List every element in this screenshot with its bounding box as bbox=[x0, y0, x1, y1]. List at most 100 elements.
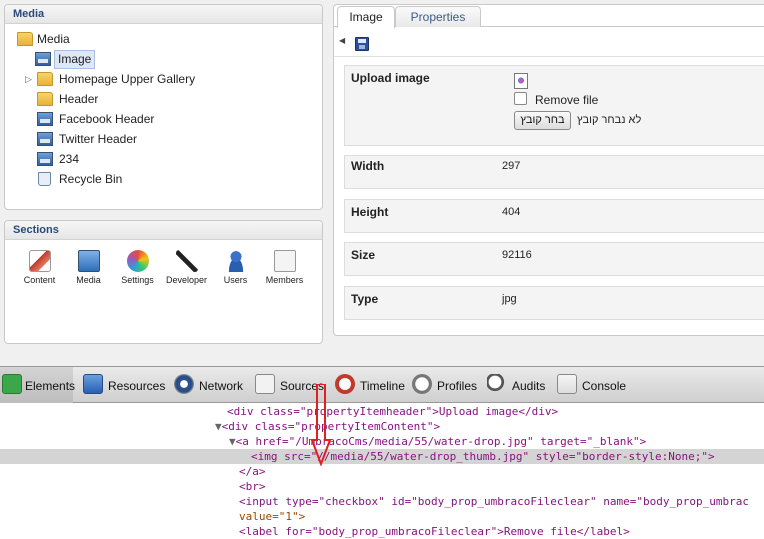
devtools-tab-label: Resources bbox=[108, 379, 166, 393]
dom-tree: <div class="propertyItemheader">Upload i… bbox=[0, 403, 764, 539]
toolbar-scroll-left-icon[interactable]: ◀ bbox=[339, 36, 345, 45]
devtools-tab-audits[interactable]: Audits bbox=[487, 367, 545, 403]
members-icon bbox=[273, 250, 296, 272]
property-upload-image: Upload image Remove file בחר קובץ לא נבח… bbox=[344, 65, 764, 146]
section-members[interactable]: Members bbox=[260, 248, 309, 285]
tree-item-recycle-bin[interactable]: Recycle Bin bbox=[17, 169, 322, 189]
section-settings[interactable]: Settings bbox=[113, 248, 162, 285]
tree-item-label: Recycle Bin bbox=[59, 172, 123, 186]
devtools-tab-network[interactable]: Network bbox=[174, 367, 244, 403]
tab-properties[interactable]: Properties bbox=[395, 6, 481, 27]
dom-node[interactable]: ▼<div class="propertyItemContent"> bbox=[0, 419, 764, 434]
dom-node[interactable]: <input type="checkbox" id="body_prop_umb… bbox=[0, 494, 764, 509]
tree-item-234[interactable]: 234 bbox=[17, 149, 322, 169]
section-media[interactable]: Media bbox=[64, 248, 113, 285]
save-icon[interactable] bbox=[355, 37, 369, 51]
devtools-tab-timeline[interactable]: Timeline bbox=[335, 367, 405, 403]
tree-item-label: Media bbox=[37, 32, 70, 46]
devtools-tab-label: Network bbox=[199, 379, 244, 393]
dom-node-text: <a href="/UmbracoCms/media/55/water-drop… bbox=[235, 435, 647, 448]
tree-item-media[interactable]: Media bbox=[17, 29, 322, 49]
type-value: jpg bbox=[502, 293, 517, 305]
section-label: Content bbox=[23, 275, 56, 285]
remove-file-checkbox[interactable] bbox=[514, 92, 527, 105]
devtools-tab-resources[interactable]: Resources bbox=[83, 367, 166, 403]
dom-node-selected[interactable]: <img src="//media/55/water-drop_thumb.jp… bbox=[0, 449, 764, 464]
image-thumbnail-icon[interactable] bbox=[514, 73, 528, 89]
dom-node[interactable]: ▼<a href="/UmbracoCms/media/55/water-dro… bbox=[0, 434, 764, 449]
tree-item-twitter-header[interactable]: Twitter Header bbox=[17, 129, 322, 149]
devtools-tab-elements[interactable]: Elements bbox=[0, 367, 76, 403]
editor-tabs: Image Properties bbox=[334, 5, 764, 28]
section-developer[interactable]: Developer bbox=[162, 248, 211, 285]
tree-item-homepage-upper-gallery[interactable]: ▷ Homepage Upper Gallery bbox=[17, 69, 322, 89]
image-icon bbox=[35, 52, 51, 66]
property-width: Width 297 bbox=[344, 155, 764, 189]
tab-image[interactable]: Image bbox=[337, 6, 395, 28]
dom-node-text: <input type="checkbox" id="body_prop_umb… bbox=[239, 495, 749, 508]
dom-node[interactable]: </a> bbox=[0, 464, 764, 479]
section-label: Settings bbox=[121, 275, 154, 285]
resources-icon bbox=[83, 374, 103, 394]
dom-node-text: <div class="propertyItemheader">Upload i… bbox=[227, 405, 559, 418]
dom-node[interactable]: <br> bbox=[0, 479, 764, 494]
folder-icon bbox=[17, 32, 33, 46]
timeline-icon bbox=[335, 374, 355, 394]
editor-toolbar: ◀ bbox=[334, 29, 764, 57]
section-label: Users bbox=[223, 275, 248, 285]
media-tree-panel: Media Media Image ▷ Homepage Upper Galle… bbox=[4, 4, 323, 210]
media-tree: Media Image ▷ Homepage Upper Gallery Hea… bbox=[5, 24, 322, 189]
devtools-tab-label: Elements bbox=[25, 379, 76, 393]
collapse-triangle-icon[interactable]: ▼ bbox=[229, 435, 236, 448]
image-icon bbox=[37, 152, 53, 166]
section-users[interactable]: Users bbox=[211, 248, 260, 285]
section-content[interactable]: Content bbox=[15, 248, 64, 285]
tree-item-label: Image bbox=[54, 50, 96, 69]
tree-item-facebook-header[interactable]: Facebook Header bbox=[17, 109, 322, 129]
image-icon bbox=[37, 132, 53, 146]
dom-node[interactable]: <label for="body_prop_umbracoFileclear">… bbox=[0, 524, 764, 539]
tree-item-label: Homepage Upper Gallery bbox=[59, 72, 196, 86]
content-icon bbox=[28, 250, 51, 272]
devtools-tab-profiles[interactable]: Profiles bbox=[412, 367, 477, 403]
devtools-panel: Elements Resources Network Sources Timel… bbox=[0, 366, 764, 539]
image-icon bbox=[37, 112, 53, 126]
width-value: 297 bbox=[502, 160, 521, 172]
collapse-triangle-icon[interactable]: ▼ bbox=[215, 420, 222, 433]
network-icon bbox=[174, 374, 194, 394]
tree-item-label: Twitter Header bbox=[59, 132, 138, 146]
dom-node-text: value="1"> bbox=[239, 510, 306, 523]
devtools-toolbar: Elements Resources Network Sources Timel… bbox=[0, 367, 764, 403]
width-label: Width bbox=[351, 159, 385, 173]
devtools-tab-console[interactable]: Console bbox=[557, 367, 627, 403]
sections-panel: Sections Content Media Settings Develope… bbox=[4, 220, 323, 344]
tree-item-header[interactable]: Header bbox=[17, 89, 322, 109]
property-size: Size 92116 bbox=[344, 242, 764, 276]
height-value: 404 bbox=[502, 206, 521, 218]
devtools-tab-label: Timeline bbox=[360, 379, 405, 393]
choose-file-button[interactable]: בחר קובץ bbox=[514, 111, 571, 130]
property-type: Type jpg bbox=[344, 286, 764, 320]
recycle-bin-icon bbox=[38, 172, 51, 186]
dom-node-text: </a> bbox=[239, 465, 266, 478]
settings-icon bbox=[126, 250, 149, 272]
section-label: Members bbox=[265, 275, 304, 285]
media-panel-title: Media bbox=[5, 5, 322, 24]
expand-arrow-icon[interactable]: ▷ bbox=[25, 69, 32, 89]
console-icon bbox=[557, 374, 577, 394]
folder-icon bbox=[37, 72, 53, 86]
dom-node[interactable]: <div class="propertyItemheader">Upload i… bbox=[0, 404, 764, 419]
red-arrow-annotation bbox=[311, 384, 331, 466]
section-label: Media bbox=[76, 275, 101, 285]
sections-list: Content Media Settings Developer Users M… bbox=[5, 240, 322, 285]
dom-node-text: <br> bbox=[239, 480, 266, 493]
size-label: Size bbox=[351, 248, 376, 262]
developer-icon bbox=[175, 250, 198, 272]
size-value: 92116 bbox=[502, 249, 532, 261]
tree-item-image[interactable]: Image bbox=[17, 49, 322, 69]
elements-icon bbox=[2, 374, 22, 394]
dom-node[interactable]: value="1"> bbox=[0, 509, 764, 524]
property-height: Height 404 bbox=[344, 199, 764, 233]
devtools-tab-label: Console bbox=[582, 379, 627, 393]
height-label: Height bbox=[351, 205, 389, 219]
